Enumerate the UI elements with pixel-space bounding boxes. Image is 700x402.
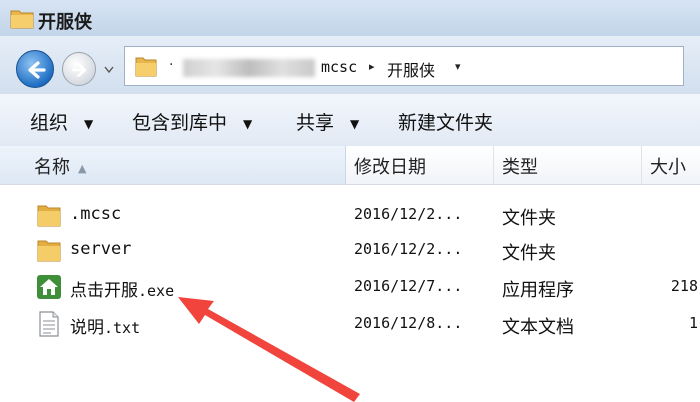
file-row[interactable]: .mcsc 2016/12/2... 文件夹 (0, 196, 700, 232)
file-type: 应用程序 (502, 280, 574, 301)
forward-arrow-icon (72, 62, 87, 78)
include-in-library-label: 包含到库中 (132, 112, 228, 134)
file-row[interactable]: 点击开服.exe 2016/12/7... 应用程序 218 (0, 268, 700, 304)
file-name: server (70, 239, 132, 259)
command-toolbar: 组织 ▼ 包含到库中 ▼ 共享 ▼ 新建文件夹 (0, 94, 700, 147)
file-name-base: 点击开服 (70, 281, 138, 301)
app-icon (37, 275, 61, 299)
breadcrumb-mcsc[interactable]: mcsc (321, 58, 357, 76)
file-row[interactable]: 说明.txt 2016/12/8... 文本文档 1 (0, 305, 700, 341)
blurred-breadcrumb (183, 59, 315, 77)
breadcrumb-arrow-icon[interactable]: ▾ (455, 60, 461, 73)
forward-button[interactable] (62, 52, 96, 86)
organize-label: 组织 (30, 112, 69, 134)
breadcrumb-current[interactable]: 开服侠 (387, 57, 435, 81)
folder-icon (37, 205, 61, 227)
file-name: 说明.txt (70, 313, 140, 338)
folder-icon (37, 240, 61, 262)
caret-down-icon: ▼ (84, 116, 94, 131)
column-size-label: 大小 (650, 157, 686, 178)
breadcrumb-arrow-icon[interactable]: ▸ (369, 60, 375, 73)
file-row[interactable]: server 2016/12/2... 文件夹 (0, 231, 700, 267)
file-type: 文件夹 (502, 208, 556, 229)
file-name: 点击开服.exe (70, 276, 174, 301)
column-header-size[interactable]: 大小 (642, 146, 700, 184)
address-bar[interactable]: · mcsc ▸ 开服侠 ▾ (124, 46, 684, 86)
folder-icon (135, 57, 157, 77)
file-type: 文件夹 (502, 243, 556, 264)
new-folder-label: 新建文件夹 (398, 112, 494, 134)
caret-down-icon: ▼ (243, 116, 253, 131)
file-extension: .txt (104, 319, 141, 337)
column-type-label: 类型 (502, 157, 538, 178)
include-in-library-menu[interactable]: 包含到库中 ▼ (132, 108, 252, 135)
file-date: 2016/12/2... (354, 240, 463, 258)
file-date: 2016/12/2... (354, 205, 463, 223)
share-menu[interactable]: 共享 ▼ (296, 108, 359, 135)
new-folder-button[interactable]: 新建文件夹 (398, 108, 493, 135)
back-button[interactable] (16, 50, 54, 88)
share-label: 共享 (296, 112, 335, 134)
organize-menu[interactable]: 组织 ▼ (30, 108, 93, 135)
column-header-type[interactable]: 类型 (494, 146, 642, 184)
navigation-bar: · mcsc ▸ 开服侠 ▾ (0, 36, 700, 95)
column-header-date[interactable]: 修改日期 (346, 146, 494, 184)
breadcrumb-separator: · (169, 57, 174, 73)
file-size: 1 (688, 314, 698, 332)
file-name: .mcsc (70, 204, 122, 224)
title-bar: 开服侠 (0, 0, 700, 37)
text-file-icon (39, 311, 59, 337)
file-size: 218 (670, 277, 698, 295)
file-extension: .exe (138, 282, 175, 300)
file-list: .mcsc 2016/12/2... 文件夹 server 2016/12/2.… (0, 184, 700, 402)
file-date: 2016/12/8... (354, 314, 463, 332)
sort-ascending-icon: ▲ (78, 161, 87, 175)
column-header-row: 名称 ▲ 修改日期 类型 大小 (0, 146, 700, 185)
column-header-name[interactable]: 名称 ▲ (0, 146, 346, 184)
file-date: 2016/12/7... (354, 277, 463, 295)
folder-icon (10, 10, 34, 29)
file-type: 文本文档 (502, 317, 574, 338)
column-name-label: 名称 (34, 157, 70, 178)
column-date-label: 修改日期 (354, 157, 426, 178)
file-name-base: 说明 (70, 318, 104, 338)
caret-down-icon: ▼ (350, 116, 360, 131)
back-arrow-icon (28, 61, 46, 79)
window-title: 开服侠 (38, 12, 92, 33)
history-dropdown-icon[interactable] (104, 66, 114, 74)
